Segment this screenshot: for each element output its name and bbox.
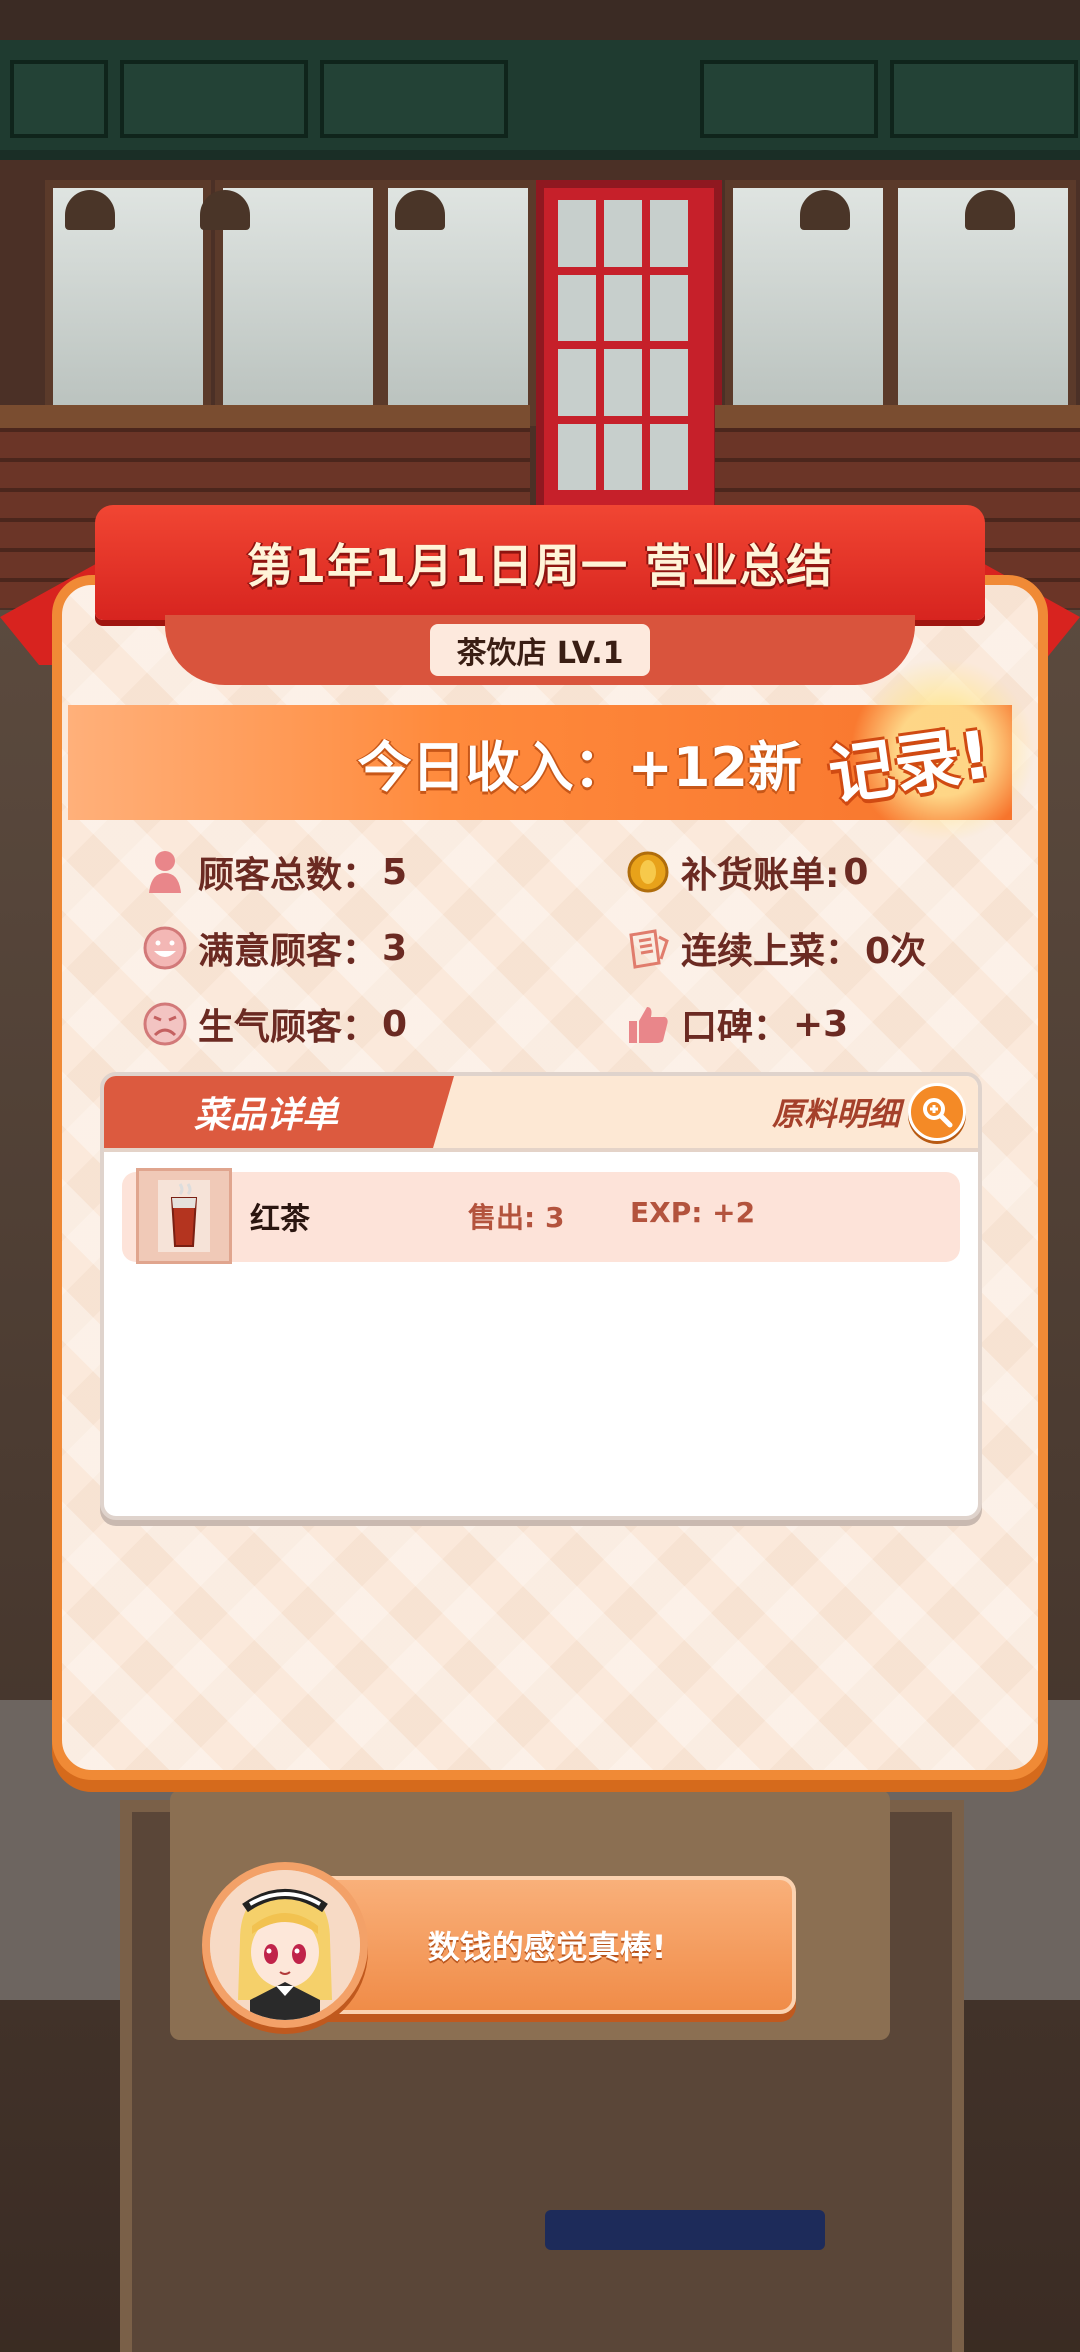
red-door <box>536 180 722 526</box>
income-text: 今日收入：+12新 <box>357 736 802 799</box>
dish-list-tab[interactable]: 菜品详单 <box>104 1076 454 1148</box>
dish-list-header: 菜品详单 原料明细 <box>104 1076 978 1152</box>
stat-value: 5 <box>382 851 408 893</box>
smile-icon <box>142 925 188 971</box>
stat-value: 0 <box>382 1003 408 1045</box>
stat-label: 补货账单: <box>681 855 840 896</box>
stat-label: 顾客总数： <box>198 855 379 896</box>
stat-label: 口碑： <box>681 1007 790 1048</box>
stat-label: 连续上菜： <box>681 931 862 972</box>
stat-reputation: 口碑： +3 <box>625 994 848 1054</box>
dish-exp: EXP: +2 <box>630 1196 756 1229</box>
serving-icon <box>625 925 671 971</box>
shop-level-label: 茶饮店 LV.1 <box>430 624 650 676</box>
list-item[interactable]: 红茶 售出: 3 EXP: +2 <box>122 1168 960 1264</box>
stat-serving-streak: 连续上菜： 0次 <box>625 918 926 978</box>
dish-list-tab-label: 菜品详单 <box>194 1095 339 1136</box>
stat-value: 3 <box>382 927 408 969</box>
shelf <box>0 405 530 429</box>
summary-title: 第1年1月1日周一 营业总结 <box>246 538 834 593</box>
coin-icon <box>625 849 671 895</box>
stat-value: 0 <box>843 851 869 893</box>
stat-label: 满意顾客： <box>198 931 379 972</box>
stat-value: +3 <box>793 1003 849 1045</box>
ingredient-details-label: 原料明细 <box>771 1095 900 1133</box>
ingredient-details-button[interactable]: 原料明细 <box>772 1082 966 1142</box>
person-icon <box>142 849 188 895</box>
stat-label: 生气顾客： <box>198 1007 379 1048</box>
shop-level-tab: 茶饮店 LV.1 <box>165 615 915 685</box>
bin <box>545 2210 825 2250</box>
title-ribbon: 第1年1月1日周一 营业总结 <box>95 505 985 620</box>
speech-text: 数钱的感觉真棒! <box>427 1928 667 1966</box>
dish-sold-count: 售出: 3 <box>468 1201 565 1234</box>
thumbs-up-icon <box>625 1001 671 1047</box>
dish-list-card: 菜品详单 原料明细 红茶 售出: 3 EXP: +2 <box>100 1072 982 1520</box>
dish-name: 红茶 <box>250 1202 310 1237</box>
maid-avatar <box>202 1862 368 2028</box>
stat-customers-total: 顾客总数： 5 <box>142 842 407 902</box>
magnifier-plus-icon <box>908 1083 966 1141</box>
stat-restock-bill: 补货账单: 0 <box>625 842 868 902</box>
sad-icon <box>142 1001 188 1047</box>
stat-satisfied-customers: 满意顾客： 3 <box>142 918 407 978</box>
tea-cup-icon <box>136 1168 232 1264</box>
shelf <box>715 405 1080 429</box>
shop-sign-band <box>0 40 1080 160</box>
stat-angry-customers: 生气顾客： 0 <box>142 994 407 1054</box>
stat-value: 0次 <box>865 931 927 972</box>
